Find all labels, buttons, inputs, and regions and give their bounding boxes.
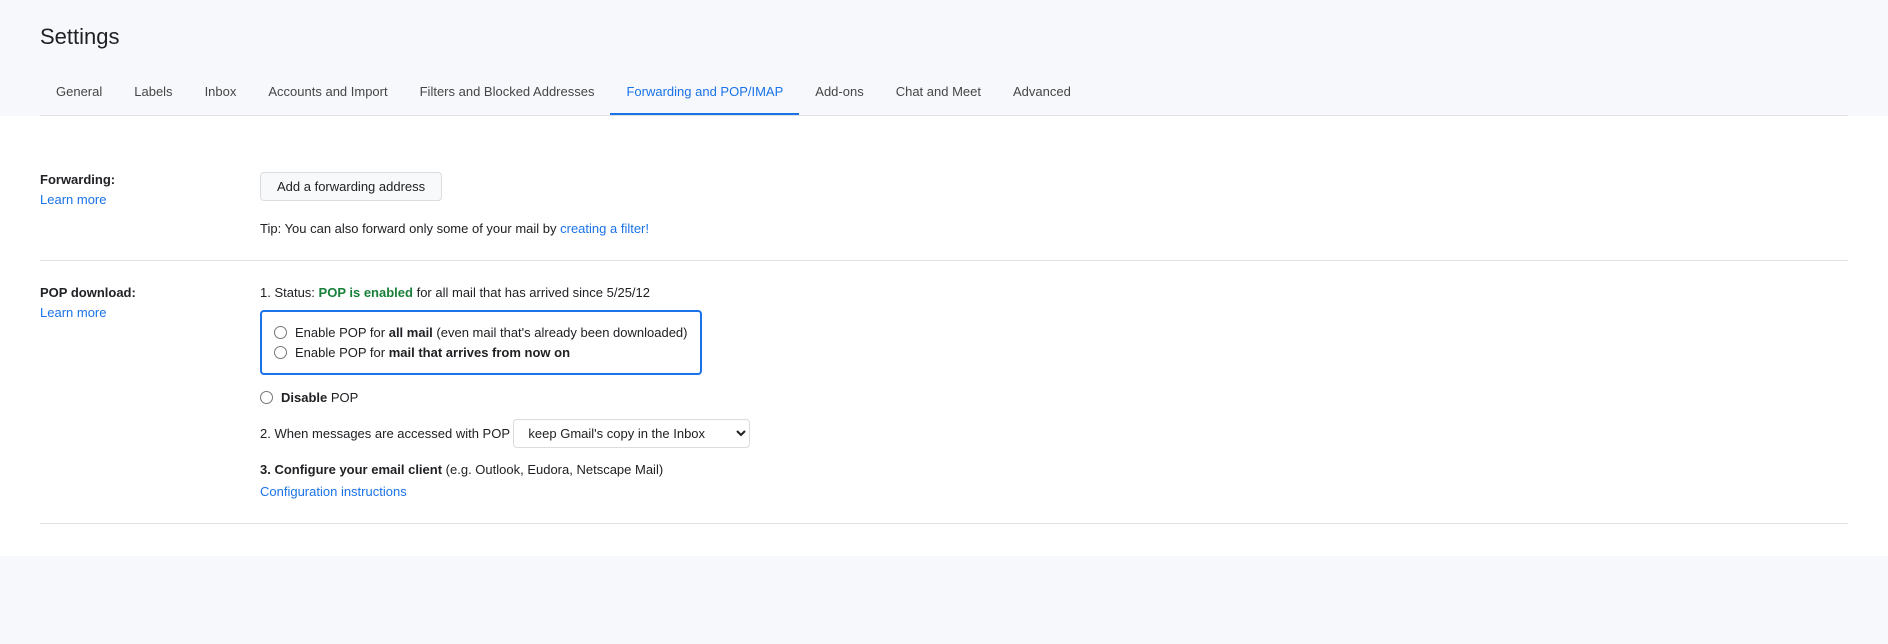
pop-status-suffix: for all mail that has arrived since 5/25… <box>417 285 650 300</box>
pop-content: 1. Status: POP is enabled for all mail t… <box>260 285 1848 499</box>
content-area: Forwarding: Learn more Add a forwarding … <box>0 116 1888 556</box>
forwarding-learn-more[interactable]: Learn more <box>40 192 106 207</box>
tab-inbox[interactable]: Inbox <box>189 70 253 116</box>
tab-forwarding-pop-imap[interactable]: Forwarding and POP/IMAP <box>610 70 799 116</box>
pop-radio-all-mail-input[interactable] <box>274 326 287 339</box>
tabs-nav: GeneralLabelsInboxAccounts and ImportFil… <box>40 70 1848 116</box>
pop-step2: 2. When messages are accessed with POP k… <box>260 419 1848 448</box>
pop-radio-bordered-group: Enable POP for all mail (even mail that'… <box>260 310 702 375</box>
config-instructions-link[interactable]: Configuration instructions <box>260 484 407 499</box>
pop-learn-more[interactable]: Learn more <box>40 305 106 320</box>
pop-radio-disable-label: Disable POP <box>281 390 358 405</box>
forwarding-label-title: Forwarding: <box>40 172 228 187</box>
tab-advanced[interactable]: Advanced <box>997 70 1087 116</box>
pop-step2-prefix: 2. When messages are accessed with POP <box>260 426 510 441</box>
tab-general[interactable]: General <box>40 70 118 116</box>
pop-step3: 3. Configure your email client (e.g. Out… <box>260 462 1848 477</box>
pop-step3-prefix: 3. Configure your email client <box>260 462 442 477</box>
add-forwarding-button[interactable]: Add a forwarding address <box>260 172 442 201</box>
tab-filters-blocked[interactable]: Filters and Blocked Addresses <box>404 70 611 116</box>
pop-radio-from-now[interactable]: Enable POP for mail that arrives from no… <box>274 345 688 360</box>
pop-when-accessed-select[interactable]: keep Gmail's copy in the Inboxmark Gmail… <box>513 419 750 448</box>
tab-chat-meet[interactable]: Chat and Meet <box>880 70 997 116</box>
pop-label-title: POP download: <box>40 285 228 300</box>
pop-step3-suffix: (e.g. Outlook, Eudora, Netscape Mail) <box>446 462 664 477</box>
pop-radio-all-mail[interactable]: Enable POP for all mail (even mail that'… <box>274 325 688 340</box>
pop-status-line: 1. Status: POP is enabled for all mail t… <box>260 285 1848 300</box>
page-title: Settings <box>40 24 1848 50</box>
forwarding-content: Add a forwarding address Tip: You can al… <box>260 172 1848 236</box>
pop-status-text: 1. Status: <box>260 285 315 300</box>
pop-label: POP download: Learn more <box>40 285 260 320</box>
pop-radio-disable[interactable]: Disable POP <box>260 390 1848 405</box>
pop-radio-disable-input[interactable] <box>260 391 273 404</box>
tab-add-ons[interactable]: Add-ons <box>799 70 879 116</box>
tab-accounts-import[interactable]: Accounts and Import <box>252 70 403 116</box>
pop-radio-from-now-input[interactable] <box>274 346 287 359</box>
creating-filter-link[interactable]: creating a filter! <box>560 221 649 236</box>
tab-labels[interactable]: Labels <box>118 70 188 116</box>
forwarding-section: Forwarding: Learn more Add a forwarding … <box>40 148 1848 261</box>
forwarding-tip: Tip: You can also forward only some of y… <box>260 221 1848 236</box>
tip-text-prefix: Tip: You can also forward only some of y… <box>260 221 557 236</box>
pop-radio-all-mail-label: Enable POP for all mail (even mail that'… <box>295 325 688 340</box>
pop-status-enabled: POP is enabled <box>319 285 413 300</box>
pop-download-section: POP download: Learn more 1. Status: POP … <box>40 261 1848 524</box>
forwarding-label: Forwarding: Learn more <box>40 172 260 207</box>
pop-radio-from-now-label: Enable POP for mail that arrives from no… <box>295 345 570 360</box>
